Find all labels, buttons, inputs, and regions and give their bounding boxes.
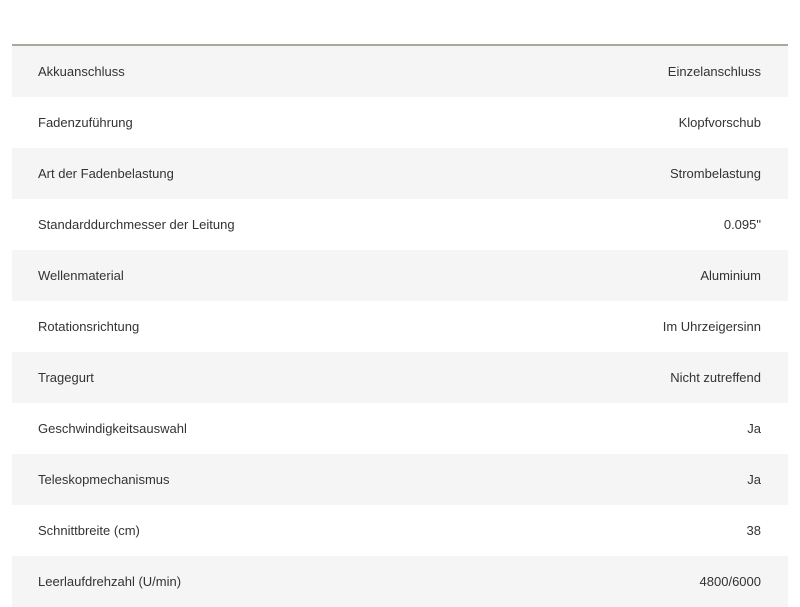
spec-value: Einzelanschluss (667, 64, 761, 79)
spec-value: 38 (746, 523, 761, 538)
spec-label: Leerlaufdrehzahl (U/min) (38, 574, 182, 589)
spec-label: Tragegurt (38, 370, 94, 385)
spec-value: Strombelastung (669, 166, 761, 181)
spec-value: 4800/6000 (699, 574, 761, 589)
spec-row: Rotationsrichtung Im Uhrzeigersinn (12, 301, 788, 352)
spec-row: Standarddurchmesser der Leitung 0.095" (12, 199, 788, 250)
spec-row: Geschwindigkeitsauswahl Ja (12, 403, 788, 454)
spec-row: Wellenmaterial Aluminium (12, 250, 788, 301)
spec-label: Wellenmaterial (38, 268, 124, 283)
spec-row: Art der Fadenbelastung Strombelastung (12, 148, 788, 199)
spec-label: Standarddurchmesser der Leitung (38, 217, 235, 232)
spec-row: Schnittbreite (cm) 38 (12, 505, 788, 556)
spec-value: Ja (747, 472, 761, 487)
spec-table: Akkuanschluss Einzelanschluss Fadenzufüh… (12, 46, 788, 607)
spec-value: Klopfvorschub (678, 115, 761, 130)
spec-value: 0.095" (723, 217, 761, 232)
spec-row: Teleskopmechanismus Ja (12, 454, 788, 505)
spec-label: Rotationsrichtung (38, 319, 140, 334)
spec-label: Fadenzuführung (38, 115, 133, 130)
spec-value: Ja (747, 421, 761, 436)
spec-label: Geschwindigkeitsauswahl (38, 421, 187, 436)
spec-value: Aluminium (700, 268, 761, 283)
spec-label: Schnittbreite (cm) (38, 523, 140, 538)
spec-value: Nicht zutreffend (670, 370, 761, 385)
spec-row: Leerlaufdrehzahl (U/min) 4800/6000 (12, 556, 788, 607)
spec-container: Akkuanschluss Einzelanschluss Fadenzufüh… (0, 0, 800, 607)
spec-row: Akkuanschluss Einzelanschluss (12, 46, 788, 97)
spec-row: Tragegurt Nicht zutreffend (12, 352, 788, 403)
spec-row: Fadenzuführung Klopfvorschub (12, 97, 788, 148)
spec-label: Akkuanschluss (38, 64, 125, 79)
spec-label: Teleskopmechanismus (38, 472, 170, 487)
spec-label: Art der Fadenbelastung (38, 166, 174, 181)
spec-value: Im Uhrzeigersinn (662, 319, 761, 334)
